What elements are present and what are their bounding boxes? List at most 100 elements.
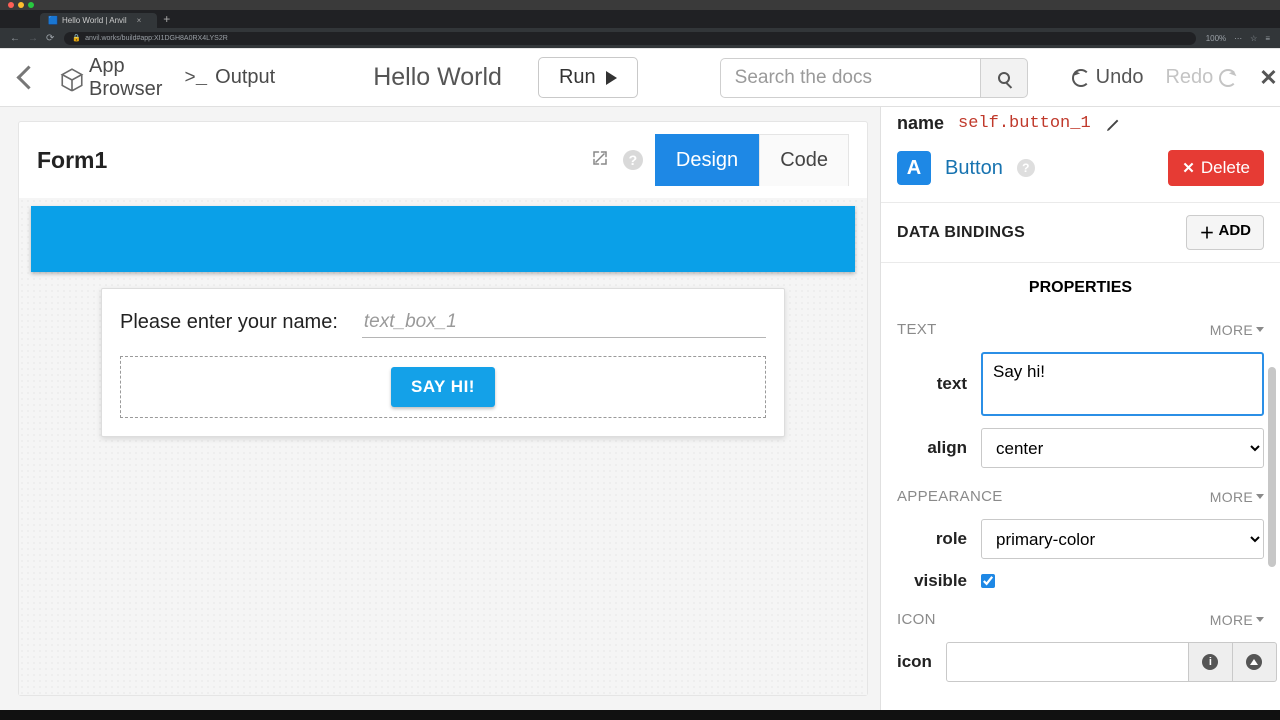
upload-icon	[1246, 654, 1262, 670]
prop-align-label: align	[897, 438, 967, 458]
group-appearance-more[interactable]: MORE	[1210, 489, 1264, 505]
more-label-2: MORE	[1210, 489, 1253, 505]
redo-icon	[1219, 69, 1237, 87]
doc-search	[720, 58, 1028, 98]
search-icon	[998, 72, 1010, 84]
nav-back-icon[interactable]: ←	[10, 33, 20, 44]
top-toolbar: App Browser >_ Output Hello World Run Un…	[0, 49, 1280, 107]
say-hi-button-label: SAY HI!	[411, 377, 475, 396]
mac-close-dot[interactable]	[8, 2, 14, 8]
add-binding-button[interactable]: ＋ ADD	[1186, 215, 1264, 250]
canvas-header: Form1 ? Design Code	[19, 122, 867, 198]
app-title: Hello World	[373, 63, 502, 92]
canvas-column: Form1 ? Design Code	[0, 107, 880, 710]
prop-name-key: name	[897, 113, 944, 134]
prop-role-select[interactable]: primary-color	[981, 519, 1264, 559]
app-browser-label: App Browser	[89, 55, 162, 101]
name-prompt-label[interactable]: Please enter your name:	[120, 311, 338, 334]
component-type-badge: A	[897, 151, 931, 185]
tab-close-icon[interactable]: ×	[137, 13, 142, 28]
tab-favicon-icon: 🟦	[48, 13, 58, 28]
output-button[interactable]: >_ Output	[184, 66, 275, 89]
browser-tab[interactable]: 🟦 Hello World | Anvil ×	[40, 13, 157, 28]
redo-button: Redo	[1165, 66, 1237, 89]
undo-label: Undo	[1096, 66, 1144, 89]
app-browser-button[interactable]: App Browser	[59, 55, 162, 101]
group-text-more[interactable]: MORE	[1210, 322, 1264, 338]
url-bar[interactable]: 🔒 anvil.works/build#app:XI1DGH8A0RX4LYS2…	[64, 32, 1195, 45]
form-title: Form1	[37, 147, 591, 174]
reader-icon[interactable]: ☆	[1250, 34, 1257, 43]
new-tab-button[interactable]: +	[163, 12, 170, 28]
browser-toolbar: ← → ⟳ 🔒 anvil.works/build#app:XI1DGH8A0R…	[0, 28, 1280, 48]
mac-titlebar	[0, 0, 1280, 10]
nav-forward-icon: →	[28, 33, 38, 44]
app-bar-component[interactable]	[31, 206, 855, 272]
tab-design[interactable]: Design	[655, 134, 759, 186]
delete-label: Delete	[1201, 158, 1250, 178]
prop-text-label: text	[897, 374, 967, 394]
group-icon-more[interactable]: MORE	[1210, 612, 1264, 628]
component-type-link[interactable]: Button	[945, 157, 1003, 180]
close-button[interactable]: ✕ Close	[1259, 65, 1280, 91]
hamburger-icon[interactable]: ≡	[1265, 34, 1270, 43]
prop-visible-label: visible	[897, 571, 967, 591]
undo-button[interactable]: Undo	[1072, 66, 1144, 89]
group-appearance-label: APPEARANCE	[897, 488, 1003, 505]
mac-min-dot[interactable]	[18, 2, 24, 8]
browser-menu-icon[interactable]: ⋯	[1234, 34, 1242, 43]
tab-code-label: Code	[780, 149, 828, 171]
expand-icon[interactable]	[591, 149, 609, 172]
data-bindings-title: DATA BINDINGS	[897, 224, 1025, 242]
prop-icon-input[interactable]	[946, 642, 1189, 682]
prop-name-value[interactable]: self.button_1	[958, 114, 1091, 133]
add-label: ADD	[1219, 222, 1252, 243]
run-button[interactable]: Run	[538, 57, 638, 98]
selected-flowpanel[interactable]: SAY HI!	[120, 356, 766, 418]
icon-info-button[interactable]: i	[1189, 642, 1233, 682]
plus-icon: ＋	[1199, 222, 1214, 243]
textbox-component[interactable]	[362, 307, 766, 338]
search-input[interactable]	[720, 58, 980, 98]
prop-align-select[interactable]: center	[981, 428, 1264, 468]
mode-tabs: Design Code	[655, 134, 849, 186]
terminal-icon: >_	[184, 67, 207, 89]
canvas-card: Form1 ? Design Code	[18, 121, 868, 696]
more-label-3: MORE	[1210, 612, 1253, 628]
properties-panel: name self.button_1 A Button ? ✕ Delete D…	[880, 107, 1280, 710]
say-hi-button[interactable]: SAY HI!	[391, 367, 495, 407]
nav-reload-icon[interactable]: ⟳	[46, 33, 54, 44]
output-label: Output	[215, 66, 275, 89]
lock-icon: 🔒	[72, 34, 81, 42]
tab-title: Hello World | Anvil	[62, 13, 127, 28]
app-shell: App Browser >_ Output Hello World Run Un…	[0, 48, 1280, 710]
help-icon[interactable]: ?	[623, 150, 643, 170]
url-text: anvil.works/build#app:XI1DGH8A0RX4LYS2R	[85, 35, 228, 42]
tab-code[interactable]: Code	[759, 134, 849, 186]
search-button[interactable]	[980, 58, 1028, 98]
prop-text-input[interactable]: Say hi!	[981, 352, 1264, 416]
browser-tabstrip: 🟦 Hello World | Anvil × +	[0, 10, 1280, 28]
prop-visible-checkbox[interactable]	[981, 574, 995, 588]
tab-design-label: Design	[676, 149, 738, 171]
os-footer	[0, 710, 1280, 720]
delete-x-icon: ✕	[1182, 159, 1195, 177]
cube-icon	[59, 67, 81, 89]
card-component[interactable]: Please enter your name: SAY HI!	[101, 288, 785, 437]
group-icon-label: ICON	[897, 611, 936, 628]
design-canvas[interactable]: Please enter your name: SAY HI!	[19, 198, 867, 695]
edit-name-icon[interactable]	[1105, 117, 1119, 131]
properties-title: PROPERTIES	[881, 263, 1280, 307]
more-label-1: MORE	[1210, 322, 1253, 338]
type-badge-letter: A	[907, 157, 921, 180]
undo-icon	[1072, 69, 1090, 87]
chevron-left-icon	[16, 65, 40, 89]
chevron-down-icon	[1256, 327, 1264, 332]
close-icon: ✕	[1259, 65, 1277, 91]
info-icon: i	[1202, 654, 1218, 670]
icon-upload-button[interactable]	[1233, 642, 1277, 682]
delete-button[interactable]: ✕ Delete	[1168, 150, 1264, 186]
mac-max-dot[interactable]	[28, 2, 34, 8]
back-button[interactable]	[20, 69, 37, 86]
type-help-icon[interactable]: ?	[1017, 159, 1035, 177]
